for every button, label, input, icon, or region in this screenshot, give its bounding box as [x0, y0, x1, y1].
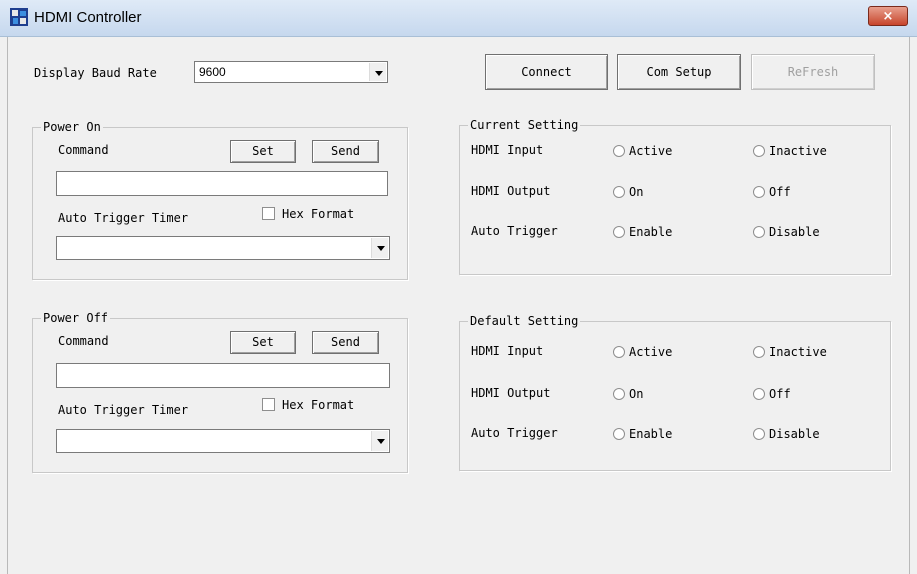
default-setting-title: Default Setting — [468, 314, 581, 328]
power-off-timer-select[interactable] — [56, 429, 390, 453]
power-off-hex-checkbox[interactable] — [262, 398, 275, 411]
client-area: Display Baud Rate 9600 Connect Com Setup… — [7, 37, 910, 574]
power-on-set-button[interactable]: Set — [230, 140, 296, 163]
current-auto-trigger-enable-label: Enable — [629, 225, 673, 239]
title-bar[interactable]: HDMI Controller × — [0, 0, 917, 37]
power-on-hex-checkbox[interactable] — [262, 207, 275, 220]
chevron-down-icon[interactable] — [371, 238, 388, 258]
default-hdmi-input-active-label: Active — [629, 345, 673, 359]
power-on-send-button[interactable]: Send — [312, 140, 379, 163]
default-hdmi-output-on-radio[interactable] — [613, 388, 625, 400]
current-hdmi-input-active-radio[interactable] — [613, 145, 625, 157]
default-auto-trigger-disable-label: Disable — [769, 427, 820, 441]
close-button[interactable]: × — [868, 6, 908, 26]
baud-rate-label: Display Baud Rate — [34, 66, 157, 80]
app-icon — [10, 8, 28, 26]
default-hdmi-output-off-radio[interactable] — [753, 388, 765, 400]
power-on-title: Power On — [41, 120, 103, 134]
baud-rate-value: 9600 — [199, 65, 226, 79]
hdmi-controller-window: HDMI Controller × Display Baud Rate 9600… — [0, 0, 917, 574]
baud-rate-select[interactable]: 9600 — [194, 61, 388, 83]
power-on-timer-select[interactable] — [56, 236, 390, 260]
connect-button[interactable]: Connect — [485, 54, 608, 90]
power-off-command-input[interactable] — [56, 363, 390, 388]
power-off-title: Power Off — [41, 311, 111, 325]
default-auto-trigger-enable-label: Enable — [629, 427, 673, 441]
current-auto-trigger-enable-radio[interactable] — [613, 226, 625, 238]
current-hdmi-input-label: HDMI Input — [471, 143, 544, 157]
current-auto-trigger-disable-label: Disable — [769, 225, 820, 239]
chevron-down-icon[interactable] — [369, 63, 386, 81]
power-off-send-button[interactable]: Send — [312, 331, 379, 354]
power-on-timer-label: Auto Trigger Timer — [58, 211, 189, 225]
default-hdmi-output-off-label: Off — [769, 387, 791, 401]
power-on-hex-label: Hex Format — [282, 207, 355, 221]
default-hdmi-output-label: HDMI Output — [471, 386, 551, 400]
default-auto-trigger-disable-radio[interactable] — [753, 428, 765, 440]
power-on-command-input[interactable] — [56, 171, 388, 196]
current-hdmi-output-off-label: Off — [769, 185, 791, 199]
default-auto-trigger-label: Auto Trigger — [471, 426, 558, 440]
current-hdmi-input-inactive-label: Inactive — [769, 144, 827, 158]
power-on-command-label: Command — [58, 143, 109, 157]
current-hdmi-output-label: HDMI Output — [471, 184, 551, 198]
current-hdmi-input-active-label: Active — [629, 144, 673, 158]
power-off-timer-label: Auto Trigger Timer — [58, 403, 189, 417]
power-off-command-label: Command — [58, 334, 109, 348]
default-hdmi-input-inactive-radio[interactable] — [753, 346, 765, 358]
window-title: HDMI Controller — [34, 9, 142, 26]
default-hdmi-output-on-label: On — [629, 387, 644, 401]
current-auto-trigger-disable-radio[interactable] — [753, 226, 765, 238]
current-hdmi-output-on-label: On — [629, 185, 644, 199]
current-auto-trigger-label: Auto Trigger — [471, 224, 558, 238]
power-off-hex-label: Hex Format — [282, 398, 355, 412]
current-hdmi-output-on-radio[interactable] — [613, 186, 625, 198]
power-off-set-button[interactable]: Set — [230, 331, 296, 354]
current-setting-title: Current Setting — [468, 118, 581, 132]
refresh-button[interactable]: ReFresh — [751, 54, 875, 90]
default-hdmi-input-inactive-label: Inactive — [769, 345, 827, 359]
current-hdmi-output-off-radio[interactable] — [753, 186, 765, 198]
current-hdmi-input-inactive-radio[interactable] — [753, 145, 765, 157]
default-hdmi-input-active-radio[interactable] — [613, 346, 625, 358]
default-auto-trigger-enable-radio[interactable] — [613, 428, 625, 440]
com-setup-button[interactable]: Com Setup — [617, 54, 741, 90]
close-icon: × — [882, 9, 894, 24]
default-hdmi-input-label: HDMI Input — [471, 344, 544, 358]
chevron-down-icon[interactable] — [371, 431, 388, 451]
